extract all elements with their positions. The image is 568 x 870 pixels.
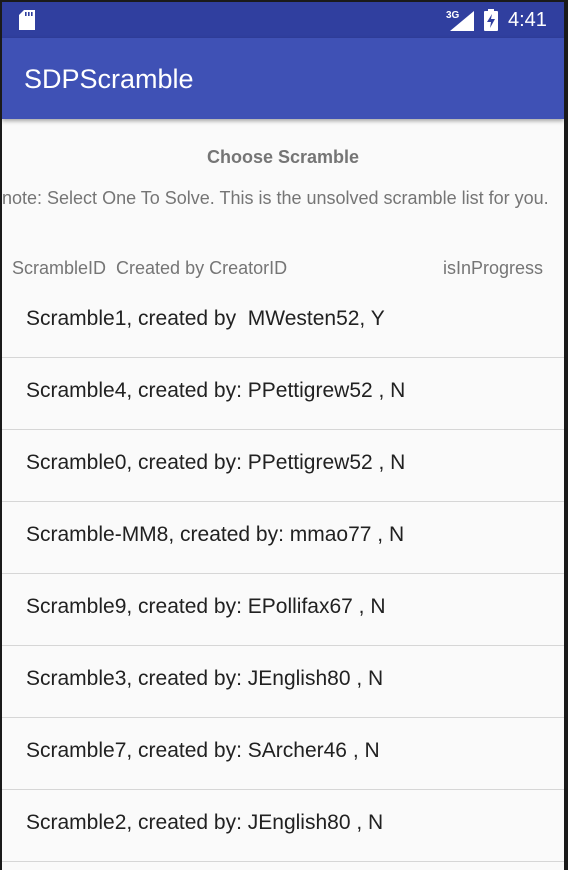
sd-card-icon: [19, 10, 35, 35]
app-title: SDPScramble: [24, 64, 194, 94]
status-bar: 3G 4:41: [2, 2, 564, 38]
scramble-list: Scramble1, created by MWesten52, Y Scram…: [2, 286, 564, 862]
scramble-list-item[interactable]: Scramble-MM8, created by: mmao77 , N: [2, 502, 564, 574]
scramble-item-label: Scramble2, created by: JEnglish80 , N: [26, 811, 384, 834]
scramble-list-item[interactable]: Scramble0, created by: PPettigrew52 , N: [2, 430, 564, 502]
battery-icon: [484, 9, 498, 36]
scramble-item-label: Scramble7, created by: SArcher46 , N: [26, 739, 380, 762]
scramble-list-item[interactable]: Scramble2, created by: JEnglish80 , N: [2, 790, 564, 862]
column-headers: ScrambleID Created by CreatorID isInProg…: [12, 258, 562, 282]
scramble-item-label: Scramble4, created by: PPettigrew52 , N: [26, 379, 406, 402]
scramble-list-item[interactable]: Scramble1, created by MWesten52, Y: [2, 286, 564, 358]
column-header-in-progress: isInProgress: [443, 258, 544, 278]
phone-screen: 3G 4:41 SDPScramble Choose Scramble note…: [2, 2, 564, 870]
signal-icon: [450, 11, 474, 36]
scramble-list-item[interactable]: Scramble4, created by: PPettigrew52 , N: [2, 358, 564, 430]
scramble-list-item[interactable]: Scramble9, created by: EPollifax67 , N: [2, 574, 564, 646]
scramble-item-label: Scramble1, created by MWesten52, Y: [26, 307, 385, 330]
scramble-item-label: Scramble0, created by: PPettigrew52 , N: [26, 451, 406, 474]
column-header-id-creator: ScrambleID Created by CreatorID: [12, 258, 288, 278]
scramble-list-item[interactable]: Scramble7, created by: SArcher46 , N: [2, 718, 564, 790]
scramble-item-label: Scramble3, created by: JEnglish80 , N: [26, 667, 384, 690]
scramble-item-label: Scramble-MM8, created by: mmao77 , N: [26, 523, 405, 546]
page-title: Choose Scramble: [206, 147, 360, 167]
status-clock: 4:41: [508, 9, 547, 31]
instruction-note: note: Select One To Solve. This is the u…: [2, 188, 549, 208]
scramble-item-label: Scramble9, created by: EPollifax67 , N: [26, 595, 386, 618]
app-bar: SDPScramble: [2, 38, 564, 119]
scramble-list-item[interactable]: Scramble3, created by: JEnglish80 , N: [2, 646, 564, 718]
